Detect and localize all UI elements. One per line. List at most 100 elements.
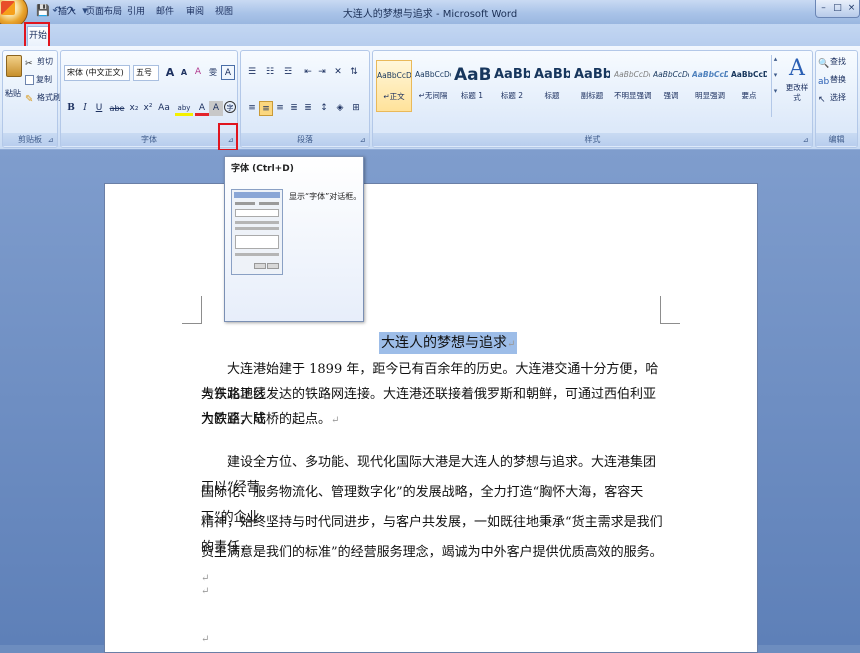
italic-button[interactable]: I — [78, 101, 92, 116]
cut-button[interactable]: ✂ 剪切 — [25, 55, 53, 69]
justify-icon[interactable]: ≣ — [287, 101, 301, 116]
paragraph-label-text: 段落 — [297, 135, 313, 144]
strikethrough-button[interactable]: abe — [108, 101, 126, 116]
preview-field — [235, 209, 279, 217]
bullets-icon[interactable]: ☰ — [245, 65, 259, 80]
replace-label: 替换 — [830, 75, 846, 84]
tab-insert[interactable]: 插入 — [58, 4, 76, 20]
style-name: 不明显强调 — [614, 91, 652, 100]
tab-mailings[interactable]: 邮件 — [156, 4, 174, 20]
style-intense-emphasis[interactable]: AaBbCcDd 明显强调 — [692, 60, 728, 112]
tab-review[interactable]: 审阅 — [186, 4, 204, 20]
style-heading-2[interactable]: AaBb( 标题 2 — [494, 60, 530, 112]
line-spacing-icon[interactable]: ↕ — [317, 101, 331, 116]
align-right-icon[interactable]: ≡ — [273, 101, 287, 116]
clipboard-launcher-icon[interactable]: ⊿ — [46, 136, 55, 145]
preview-line — [235, 253, 279, 256]
margin-corner-top-right — [660, 296, 680, 324]
clear-format-button[interactable]: A — [191, 65, 205, 80]
close-button[interactable]: × — [845, 2, 858, 14]
subscript-button[interactable]: x₂ — [127, 101, 141, 116]
style-normal[interactable]: AaBbCcDd ↵正文 — [376, 60, 412, 112]
editing-group-label: 编辑 — [816, 133, 857, 146]
preview-line — [235, 202, 255, 205]
paragraph-group: ☰ ☷ ☲ ⇤ ⇥ ✕ ⇅ ≡ ≡ ≡ ≣ ≣ ↕ ◈ ⊞ 段落 ⊿ — [240, 50, 370, 148]
shrink-font-button[interactable]: A — [177, 65, 191, 80]
sort-icon[interactable]: ⇅ — [347, 65, 361, 80]
style-subtitle[interactable]: AaBb(副标题 — [574, 60, 610, 112]
style-no-spacing[interactable]: AaBbCcDd ↵无间隔 — [415, 60, 451, 112]
select-cursor-icon: ↖ — [818, 94, 826, 105]
style-preview: AaBbCcDd — [614, 70, 650, 79]
save-icon[interactable]: 💾 — [36, 4, 50, 18]
format-painter-label: 格式刷 — [37, 93, 61, 102]
asian-layout-icon[interactable]: ✕ — [331, 65, 345, 80]
styles-launcher-icon[interactable]: ⊿ — [801, 136, 810, 145]
style-title[interactable]: AaBb(标题 — [534, 60, 570, 112]
grow-font-button[interactable]: A — [163, 65, 177, 80]
style-emphasis[interactable]: AaBbCcDd 强调 — [653, 60, 689, 112]
phonetic-guide-button[interactable]: 雯 — [206, 65, 220, 80]
style-heading-1[interactable]: AaBl 标题 1 — [454, 60, 490, 112]
style-name: 标题 2 — [500, 91, 524, 100]
tab-view[interactable]: 视图 — [215, 4, 233, 20]
font-group-label: 字体 — [61, 133, 237, 146]
styles-group-label: 样式 — [373, 133, 812, 146]
font-name-combo[interactable]: 宋体 (中文正文) — [64, 65, 130, 81]
change-case-button[interactable]: Aa — [155, 101, 173, 116]
style-subtle-emphasis[interactable]: AaBbCcDd 不明显强调 — [614, 60, 652, 112]
highlight-button[interactable]: aby — [175, 101, 193, 116]
increase-indent-icon[interactable]: ⇥ — [315, 65, 329, 80]
paragraph-align-row: ≡ ≡ ≡ ≣ ≣ ↕ ◈ ⊞ — [245, 101, 365, 116]
bold-button[interactable]: B — [64, 101, 78, 116]
maximize-button[interactable]: □ — [831, 2, 844, 14]
shading-icon[interactable]: ◈ — [333, 101, 347, 116]
editing-label-text: 编辑 — [828, 135, 845, 144]
find-button[interactable]: 🔍查找 — [818, 55, 846, 69]
paste-button[interactable]: 粘贴 — [5, 87, 21, 101]
enclose-char-button[interactable]: 字 — [224, 101, 236, 113]
align-left-icon[interactable]: ≡ — [245, 101, 259, 116]
doc-line-3-text: 为欧亚大陆桥的起点。 — [201, 412, 332, 427]
char-shading-button[interactable]: A — [209, 101, 223, 116]
style-strong[interactable]: AaBbCcDd 要点 — [731, 60, 767, 112]
style-preview: AaBl — [454, 65, 490, 85]
styles-label-text: 样式 — [584, 135, 601, 144]
font-size-combo[interactable]: 五号 — [133, 65, 159, 81]
paste-icon[interactable] — [6, 55, 22, 77]
margin-corner-top-left — [182, 296, 202, 324]
find-label: 查找 — [830, 57, 846, 66]
style-name: 副标题 — [580, 91, 604, 100]
styles-scroll[interactable]: ▴ ▾ ▾ — [771, 55, 779, 117]
numbering-icon[interactable]: ☷ — [263, 65, 277, 80]
superscript-button[interactable]: x² — [141, 101, 155, 116]
select-button[interactable]: ↖ 选择 — [818, 91, 846, 105]
find-icon: 🔍 — [818, 58, 830, 69]
paragraph-launcher-icon[interactable]: ⊿ — [358, 136, 367, 145]
distributed-icon[interactable]: ≣ — [301, 101, 315, 116]
style-preview: AaBb( — [494, 67, 530, 82]
borders-icon[interactable]: ⊞ — [349, 101, 363, 116]
minimize-button[interactable]: – — [817, 2, 830, 14]
decrease-indent-icon[interactable]: ⇤ — [301, 65, 315, 80]
doc-line-3[interactable]: 为欧亚大陆桥的起点。↵ — [201, 408, 663, 434]
style-preview: AaBb( — [534, 67, 570, 82]
font-color-button[interactable]: A — [195, 101, 209, 116]
change-styles-button[interactable]: A 更改样式 — [783, 55, 811, 121]
font-dialog-tooltip: 字体 (Ctrl+D) 显示“字体”对话框。 — [224, 156, 364, 322]
preview-box — [235, 235, 279, 249]
align-center-icon[interactable]: ≡ — [259, 101, 273, 116]
tab-page-layout[interactable]: 页面布局 — [86, 4, 122, 20]
copy-icon — [25, 74, 34, 85]
copy-button[interactable]: 复制 — [25, 73, 52, 87]
document-title[interactable]: 大连人的梦想与追求↵ — [379, 332, 518, 354]
editing-group: 🔍查找 ab替换 ↖ 选择 编辑 — [815, 50, 858, 148]
style-preview: AaBbCcDd — [731, 70, 767, 79]
char-border-button[interactable]: A — [221, 65, 235, 80]
replace-button[interactable]: ab替换 — [818, 73, 846, 87]
multilevel-list-icon[interactable]: ☲ — [281, 65, 295, 80]
tab-references[interactable]: 引用 — [127, 4, 145, 20]
paragraph-mark: ↵ — [331, 415, 340, 426]
format-painter-button[interactable]: ✎ 格式刷 — [25, 91, 61, 105]
underline-button[interactable]: U — [92, 101, 106, 116]
